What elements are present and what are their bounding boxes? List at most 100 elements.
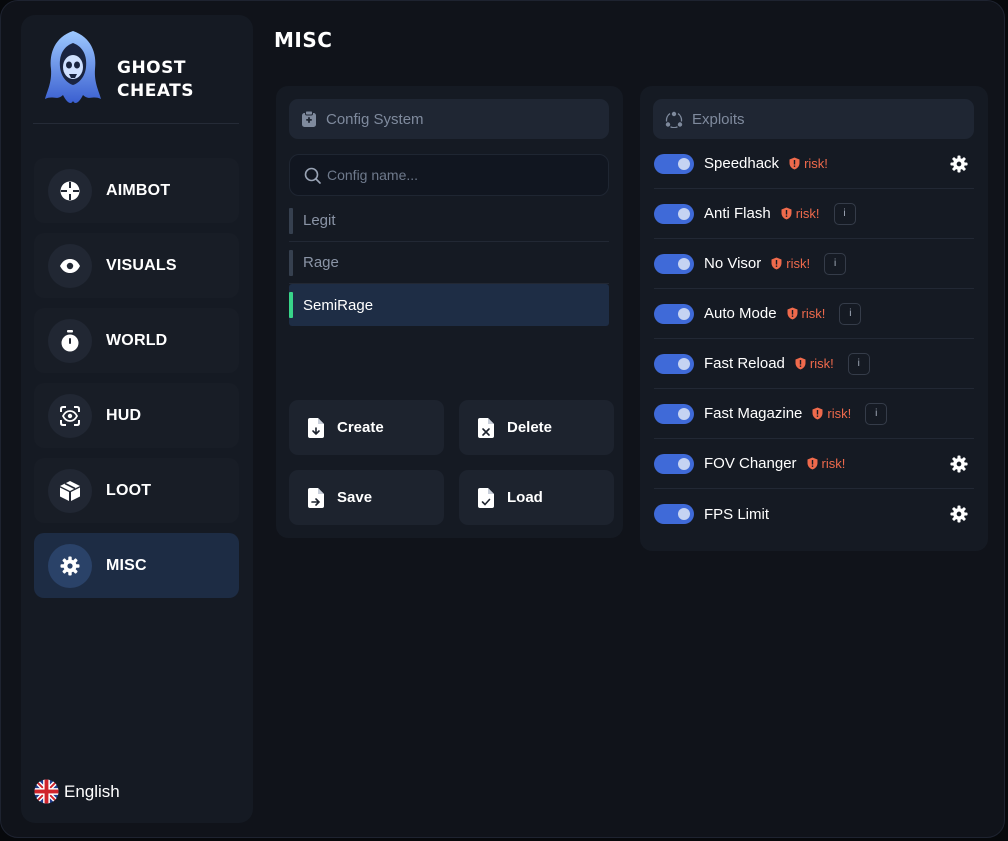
exploit-toggle[interactable] [654,353,694,374]
uk-flag-icon [34,779,59,804]
risk-label: risk! [804,156,828,171]
sidebar-item-hud[interactable]: HUD [34,383,239,448]
exploit-name: FPS Limit [704,505,770,523]
brand-divider [33,123,239,124]
exploit-toggle[interactable] [654,203,694,224]
box-icon [48,468,92,513]
risk-badge: risk! [789,156,828,171]
info-button[interactable]: i [865,402,888,425]
risk-badge: risk! [787,306,826,321]
toggle-knob [678,307,690,320]
config-item-indicator [289,292,293,318]
create-button[interactable]: Create [289,400,444,455]
risk-label: risk! [801,306,826,321]
info-button[interactable]: i [839,302,862,325]
exploit-row-speedhack: Speedhack risk! [654,139,974,189]
toggle-knob [678,508,690,520]
info-button[interactable]: i [847,352,870,375]
exploit-row-anti-flash: Anti Flash risk! i [654,189,974,239]
config-panel: Config System Legit Rage SemiRage Create [276,86,623,538]
config-item-legit[interactable]: Legit [289,200,609,242]
search-icon [304,167,321,184]
page-title: MISC [274,28,333,52]
file-load-icon [478,487,494,508]
exploit-name: Auto Mode [704,305,777,322]
risk-badge: risk! [781,206,820,221]
crosshair-icon [48,168,92,213]
language-selector[interactable]: English [34,779,120,804]
shield-alert-icon [812,407,823,420]
exploit-toggle[interactable] [654,303,694,324]
config-search [289,154,609,196]
shield-alert-icon [807,457,818,470]
exploit-row-auto-mode: Auto Mode risk! i [654,289,974,339]
exploit-name: Fast Reload [704,355,785,372]
exploit-name: Speedhack [704,155,780,172]
share-nodes-icon [665,111,683,128]
exploit-toggle[interactable] [654,153,694,174]
settings-gear-icon[interactable] [950,455,968,473]
toggle-knob [678,257,690,270]
exploit-name: Fast Magazine [704,405,803,422]
toggle-knob [678,207,690,220]
ghost-logo-icon [45,31,101,103]
settings-gear-icon[interactable] [950,155,968,173]
settings-gear-icon[interactable] [950,505,968,523]
brand-line-2: CHEATS [117,81,194,101]
sidebar-item-loot[interactable]: LOOT [34,458,239,523]
config-name-input[interactable] [327,167,597,183]
toggle-knob [678,357,690,370]
exploit-row-no-visor: No Visor risk! i [654,239,974,289]
exploit-row-fast-reload: Fast Reload risk! i [654,339,974,389]
sidebar-nav: AIMBOT VISUALS WORLD HUD LOOT MISC [34,158,239,608]
sidebar: GHOST CHEATS AIMBOT VISUALS WORLD HUD LO… [21,15,253,823]
risk-badge: risk! [795,356,834,371]
load-button[interactable]: Load [459,470,614,525]
delete-button[interactable]: Delete [459,400,614,455]
sidebar-item-visuals[interactable]: VISUALS [34,233,239,298]
config-item-rage[interactable]: Rage [289,242,609,284]
config-item-label: Legit [303,212,336,229]
sidebar-item-misc[interactable]: MISC [34,533,239,598]
sidebar-item-label: AIMBOT [106,181,171,199]
risk-badge: risk! [771,256,810,271]
sidebar-item-label: LOOT [106,481,152,499]
sidebar-item-world[interactable]: WORLD [34,308,239,373]
shield-alert-icon [789,157,800,170]
language-label: English [64,781,120,801]
risk-label: risk! [821,456,846,471]
exploit-toggle[interactable] [654,253,694,274]
file-create-icon [308,417,324,438]
toggle-knob [678,457,690,470]
config-item-indicator [289,250,293,276]
load-button-label: Load [507,489,543,506]
save-button[interactable]: Save [289,470,444,525]
risk-label: risk! [809,356,834,371]
exploit-row-fps-limit: FPS Limit [654,489,974,539]
exploit-toggle[interactable] [654,453,694,474]
eye-icon [48,243,92,288]
gear-icon [48,543,92,588]
shield-alert-icon [781,207,792,220]
brand-name: GHOST CHEATS [117,57,194,103]
brand: GHOST CHEATS [43,29,243,109]
sidebar-item-label: VISUALS [106,256,177,274]
config-item-semirage[interactable]: SemiRage [289,284,609,326]
risk-label: risk! [786,256,811,271]
exploits-panel-title: Exploits [692,110,745,128]
exploit-row-fast-magazine: Fast Magazine risk! i [654,389,974,439]
toggle-knob [678,157,690,170]
config-item-indicator [289,208,293,234]
brand-line-1: GHOST [117,58,186,78]
shield-alert-icon [795,357,806,370]
info-button[interactable]: i [824,252,847,275]
config-panel-title: Config System [326,110,424,128]
exploit-toggle[interactable] [654,504,694,524]
shield-alert-icon [787,307,798,320]
risk-badge: risk! [807,456,846,471]
scan-eye-icon [48,393,92,438]
info-button[interactable]: i [833,202,856,225]
exploit-name: No Visor [704,255,762,272]
exploit-toggle[interactable] [654,403,694,424]
sidebar-item-aimbot[interactable]: AIMBOT [34,158,239,223]
